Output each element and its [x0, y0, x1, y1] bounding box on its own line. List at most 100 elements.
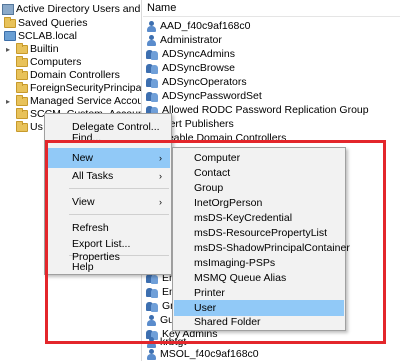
- user-icon: [146, 348, 157, 360]
- tree-item-saved-queries[interactable]: Saved Queries: [4, 16, 87, 30]
- folder-icon: [16, 120, 28, 132]
- submenu-item-msds-keycredential[interactable]: msDS-KeyCredential: [174, 210, 344, 226]
- menu-separator: [69, 214, 169, 215]
- menu-item-new[interactable]: New ›: [46, 148, 170, 168]
- list-item-label: Cert Publishers: [162, 118, 234, 130]
- tree-item-computers[interactable]: Computers: [16, 55, 81, 69]
- submenu-item-label: msDS-ShadowPrincipalContainer: [194, 242, 350, 254]
- menu-item-label: Help: [72, 261, 94, 273]
- submenu-item-msimaging-psps[interactable]: msImaging-PSPs: [174, 255, 344, 271]
- menu-item-label: Find...: [72, 132, 102, 144]
- group-icon: [146, 91, 159, 102]
- submenu-item-shared-folder[interactable]: Shared Folder: [174, 314, 344, 330]
- list-item[interactable]: ADSyncAdmins: [146, 47, 235, 61]
- submenu-item-label: Contact: [194, 167, 231, 179]
- submenu-item-msds-shadowprincipalcontainer[interactable]: msDS-ShadowPrincipalContainer: [174, 240, 350, 256]
- menu-item-label: All Tasks: [72, 170, 114, 182]
- user-icon: [146, 20, 157, 32]
- menu-item-label: Refresh: [72, 222, 109, 234]
- menu-item-all-tasks[interactable]: All Tasks ›: [46, 166, 170, 186]
- submenu-item-msmq-queue-alias[interactable]: MSMQ Queue Alias: [174, 270, 344, 286]
- tree-item-label: Active Directory Users and Compute: [16, 3, 141, 15]
- group-icon: [146, 49, 159, 60]
- list-item[interactable]: ADSyncPasswordSet: [146, 89, 262, 103]
- list-item[interactable]: Administrator: [146, 33, 222, 47]
- menu-item-find[interactable]: Find...: [46, 131, 170, 145]
- submenu-item-label: InetOrgPerson: [194, 197, 263, 209]
- tree-item-label: Domain Controllers: [30, 69, 120, 81]
- folder-icon: [16, 42, 28, 54]
- submenu-item-label: MSMQ Queue Alias: [194, 272, 287, 284]
- group-icon: [146, 63, 159, 74]
- tree-item-builtin[interactable]: ▸ Builtin: [6, 42, 59, 56]
- submenu-item-label: msDS-KeyCredential: [194, 212, 293, 224]
- column-header-name[interactable]: Name: [143, 0, 400, 17]
- tree-item-label: ForeignSecurityPrincipals: [30, 82, 142, 94]
- list-item[interactable]: ADSyncBrowse: [146, 61, 235, 75]
- list-item[interactable]: Allowed RODC Password Replication Group: [146, 103, 369, 117]
- submenu-item-label: msDS-ResourcePropertyList: [194, 227, 328, 239]
- list-item-label: Allowed RODC Password Replication Group: [162, 104, 369, 116]
- submenu-item-label: Printer: [194, 287, 225, 299]
- folder-icon: [16, 68, 28, 80]
- tree-item-domain[interactable]: SCLAB.local: [4, 29, 77, 43]
- submenu-arrow-icon: ›: [159, 171, 162, 181]
- tree-item-domain-controllers[interactable]: Domain Controllers: [16, 68, 120, 82]
- tree-item-label: Managed Service Accounts: [30, 95, 141, 107]
- tree-item-label: Us: [30, 121, 43, 133]
- submenu-item-printer[interactable]: Printer: [174, 285, 344, 301]
- submenu-item-label: Computer: [194, 152, 241, 164]
- user-icon: [146, 336, 157, 348]
- list-item[interactable]: AAD_f40c9af168c0: [146, 19, 250, 33]
- list-item-label: neable Domain Controllers: [162, 132, 287, 144]
- list-item[interactable]: ADSyncOperators: [146, 75, 247, 89]
- submenu-item-label: Group: [194, 182, 224, 194]
- list-item[interactable]: MSOL_f40c9af168c0: [146, 347, 259, 361]
- list-item[interactable]: Gu: [146, 313, 174, 327]
- group-icon: [146, 77, 159, 88]
- menu-item-label: View: [72, 196, 95, 208]
- expand-arrow-icon[interactable]: ▸: [6, 97, 10, 106]
- domain-icon: [4, 31, 16, 41]
- tree-item-managed-service-accounts[interactable]: ▸ Managed Service Accounts: [6, 94, 141, 108]
- new-submenu: Computer Contact Group InetOrgPerson msD…: [172, 147, 350, 331]
- folder-icon: [16, 81, 28, 93]
- user-icon: [146, 314, 157, 326]
- tree-item-label: Builtin: [30, 43, 59, 55]
- tree-item-label: Computers: [30, 56, 82, 68]
- tree-item-foreign-security-principals[interactable]: ForeignSecurityPrincipals: [16, 81, 142, 95]
- folder-icon: [16, 55, 28, 67]
- list-item-label: AAD_f40c9af168c0: [160, 20, 251, 32]
- list-item-label: Administrator: [160, 34, 222, 46]
- submenu-item-contact[interactable]: Contact: [174, 165, 344, 181]
- list-item-label: ADSyncPasswordSet: [162, 90, 262, 102]
- submenu-arrow-icon: ›: [159, 153, 162, 163]
- tree-item-label: SCLAB.local: [18, 30, 77, 42]
- submenu-arrow-icon: ›: [159, 197, 162, 207]
- submenu-item-group[interactable]: Group: [174, 180, 344, 196]
- menu-item-help[interactable]: Help: [46, 257, 170, 277]
- menu-separator: [69, 188, 169, 189]
- user-icon: [146, 34, 157, 46]
- submenu-item-computer[interactable]: Computer: [174, 150, 344, 166]
- list-item-label: ADSyncBrowse: [162, 62, 235, 74]
- list-item-label: MSOL_f40c9af168c0: [160, 348, 259, 360]
- menu-item-label: New: [72, 152, 94, 164]
- expand-arrow-icon[interactable]: ▸: [6, 45, 10, 54]
- submenu-item-msds-resourcepropertylist[interactable]: msDS-ResourcePropertyList: [174, 225, 344, 241]
- submenu-item-label: User: [194, 302, 217, 314]
- list-item-label: ADSyncAdmins: [162, 48, 235, 60]
- submenu-item-inetorgperson[interactable]: InetOrgPerson: [174, 195, 344, 211]
- context-menu: Delegate Control... Find... New › All Tas…: [44, 113, 172, 275]
- list-item-label: ADSyncOperators: [162, 76, 247, 88]
- tree-item-users[interactable]: Us: [16, 120, 43, 134]
- submenu-item-label: Shared Folder: [194, 316, 261, 328]
- menu-item-view[interactable]: View ›: [46, 192, 170, 212]
- folder-icon: [16, 107, 28, 119]
- tree-item-root[interactable]: Active Directory Users and Compute: [2, 2, 141, 16]
- submenu-item-label: msImaging-PSPs: [194, 257, 276, 269]
- group-icon: [146, 301, 159, 312]
- active-directory-icon: [2, 3, 14, 15]
- tree-item-label: Saved Queries: [18, 17, 88, 29]
- folder-icon: [4, 16, 16, 28]
